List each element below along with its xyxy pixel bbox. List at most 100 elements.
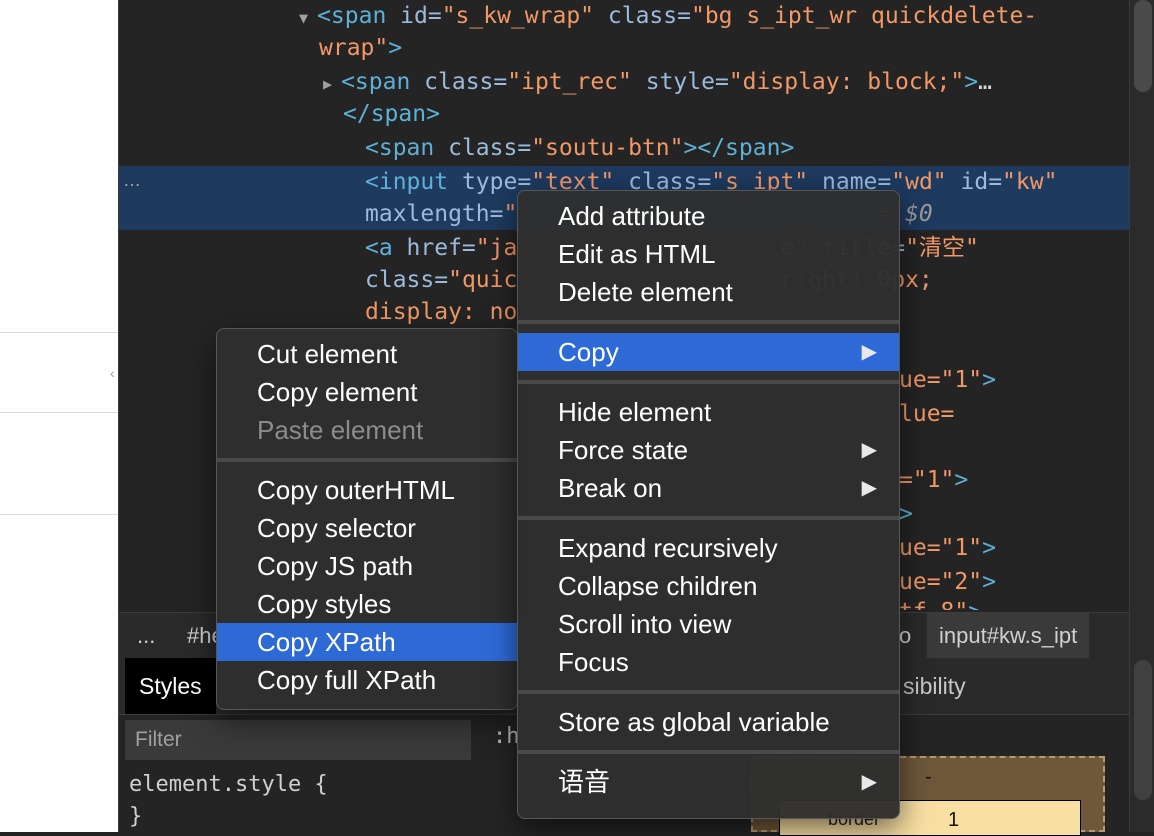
menu-item-label: Copy full XPath	[257, 665, 437, 695]
dom-token-attr: style=	[645, 69, 729, 95]
page-divider	[0, 514, 118, 515]
row-menu-dots-icon[interactable]: …	[123, 170, 141, 191]
dom-node-line[interactable]: ue="2">	[899, 566, 996, 598]
expand-triangle-closed-icon[interactable]: ▶	[323, 75, 341, 93]
menu-separator	[217, 458, 517, 462]
dom-token-val: "s_kw_wrap"	[441, 3, 608, 29]
dom-token-tag: >	[954, 467, 969, 493]
breadcrumb-more[interactable]: ...	[125, 613, 167, 659]
menu-separator	[518, 690, 899, 694]
dom-token-attr: href=	[406, 235, 476, 261]
menu-item-force-state[interactable]: Force state ▶	[518, 431, 899, 469]
dom-token-val: ="1"	[899, 467, 955, 493]
menu-item-label: Break on	[558, 473, 663, 503]
dom-token-attr: class=	[424, 69, 508, 95]
menu-item-label: Copy JS path	[257, 551, 414, 581]
menu-item-label: Edit as HTML	[558, 239, 716, 269]
box-margin-value[interactable]: -	[925, 766, 932, 789]
menu-item-copy-selector[interactable]: Copy selector	[217, 509, 517, 547]
dom-token-tag: >	[968, 599, 982, 610]
elements-scrollbar[interactable]	[1129, 0, 1154, 832]
dom-token-tag: <span	[365, 135, 449, 161]
dom-token-val: ue="1"	[899, 367, 983, 393]
menu-item-collapse-children[interactable]: Collapse children	[518, 567, 899, 605]
menu-item-focus[interactable]: Focus	[518, 643, 899, 681]
dom-token-val: wrap"	[319, 35, 389, 61]
dom-token-val: "kw"	[1002, 169, 1058, 195]
dom-token-tag: <a	[365, 235, 407, 261]
menu-separator	[518, 320, 899, 324]
styles-filter-input[interactable]	[125, 720, 471, 760]
menu-item-label: Collapse children	[558, 571, 758, 601]
menu-separator	[518, 516, 899, 520]
menu-item-copy-element[interactable]: Copy element	[217, 373, 517, 411]
menu-item-label: Copy outerHTML	[257, 475, 455, 505]
context-menu: Add attribute Edit as HTML Delete element C…	[517, 190, 900, 819]
copy-submenu: Cut element Copy element Paste element Copy…	[216, 328, 518, 710]
page-divider	[0, 332, 118, 333]
dom-node-line[interactable]: ▶ <span class="ipt_rec" style="display: …	[323, 66, 992, 98]
dom-node-line[interactable]: tf-8">	[899, 596, 982, 610]
menu-item-copy-styles[interactable]: Copy styles	[217, 585, 517, 623]
dom-node-line[interactable]: <span class="soutu-btn"></span>	[365, 132, 794, 164]
dom-node-line[interactable]: ue="1">	[899, 532, 996, 564]
dom-node-line[interactable]: ▼ <span id="s_kw_wrap" class="bg s_ipt_w…	[299, 0, 1037, 32]
menu-item-label: Hide element	[558, 397, 712, 427]
expand-triangle-open-icon[interactable]: ▼	[299, 9, 317, 27]
box-border-value[interactable]: 1	[948, 809, 959, 832]
dom-token-val: "quic	[448, 267, 518, 293]
dom-token-tag: >	[982, 535, 996, 561]
css-rule-selector: element.style {	[129, 772, 328, 797]
dom-node-line[interactable]: lue=	[899, 398, 954, 430]
dom-token-val: display: no	[365, 299, 518, 325]
menu-item-store-as-global-variable[interactable]: Store as global variable	[518, 703, 899, 741]
styles-scrollbar-thumb[interactable]	[1134, 660, 1152, 800]
menu-item-hide-element[interactable]: Hide element	[518, 393, 899, 431]
dom-token-attr: id=	[960, 169, 1003, 195]
dom-node-line[interactable]: </span>	[343, 98, 440, 130]
menu-item-label: Scroll into view	[558, 609, 732, 639]
dom-token-val: tf-8"	[899, 599, 968, 610]
dom-node-line[interactable]: >	[899, 498, 913, 530]
breadcrumb-active-item[interactable]: input#kw.s_ipt	[927, 613, 1090, 659]
dom-token-val: "display: block;"	[728, 69, 965, 95]
resize-handle-icon[interactable]: ‹	[110, 365, 118, 381]
menu-item-copy[interactable]: Copy ▶	[518, 333, 899, 371]
dom-node-line[interactable]: display: no	[365, 296, 517, 328]
menu-item-copy-outerhtml[interactable]: Copy outerHTML	[217, 471, 517, 509]
menu-item-cut-element[interactable]: Cut element	[217, 335, 517, 373]
dom-token-tag: ></span>	[683, 135, 795, 161]
dom-token-tag: >	[964, 69, 979, 95]
dom-token-val: lue=	[899, 401, 955, 427]
tab-accessibility[interactable]: sibility	[889, 658, 980, 714]
dom-token-val: ue="1"	[899, 535, 983, 561]
dom-node-line[interactable]: ue="1">	[899, 364, 996, 396]
menu-item-label: Force state	[558, 435, 689, 465]
css-rule-close: }	[129, 804, 143, 829]
dom-token-text: …	[978, 69, 992, 95]
menu-item-label: Copy	[558, 337, 619, 367]
dom-token-val: "wd"	[891, 169, 961, 195]
scrollbar-thumb[interactable]	[1134, 0, 1152, 92]
dom-token-attr: class=	[448, 135, 532, 161]
menu-item-scroll-into-view[interactable]: Scroll into view	[518, 605, 899, 643]
menu-item-label: 语音	[558, 767, 611, 797]
dom-token-tag: >	[982, 367, 996, 393]
page-divider	[0, 412, 118, 413]
menu-item-break-on[interactable]: Break on ▶	[518, 469, 899, 507]
dom-token-attr: id=	[400, 3, 442, 29]
menu-item-expand-recursively[interactable]: Expand recursively	[518, 529, 899, 567]
menu-item-copy-xpath[interactable]: Copy XPath	[217, 623, 517, 661]
menu-item-copy-js-path[interactable]: Copy JS path	[217, 547, 517, 585]
dom-node-line[interactable]: ="1">	[899, 464, 968, 496]
dom-node-line[interactable]: wrap">	[319, 32, 402, 64]
dom-token-val: "清空"	[905, 235, 979, 261]
menu-item-edit-as-html[interactable]: Edit as HTML	[518, 235, 899, 273]
menu-item-add-attribute[interactable]: Add attribute	[518, 197, 899, 235]
hover-state-toggle[interactable]: :h	[493, 724, 520, 749]
menu-item-copy-full-xpath[interactable]: Copy full XPath	[217, 661, 517, 699]
menu-item-delete-element[interactable]: Delete element	[518, 273, 899, 311]
tab-styles[interactable]: Styles	[125, 658, 216, 714]
menu-item-item[interactable]: 语音 ▶	[518, 763, 899, 801]
menu-item-label: Store as global variable	[558, 707, 830, 737]
